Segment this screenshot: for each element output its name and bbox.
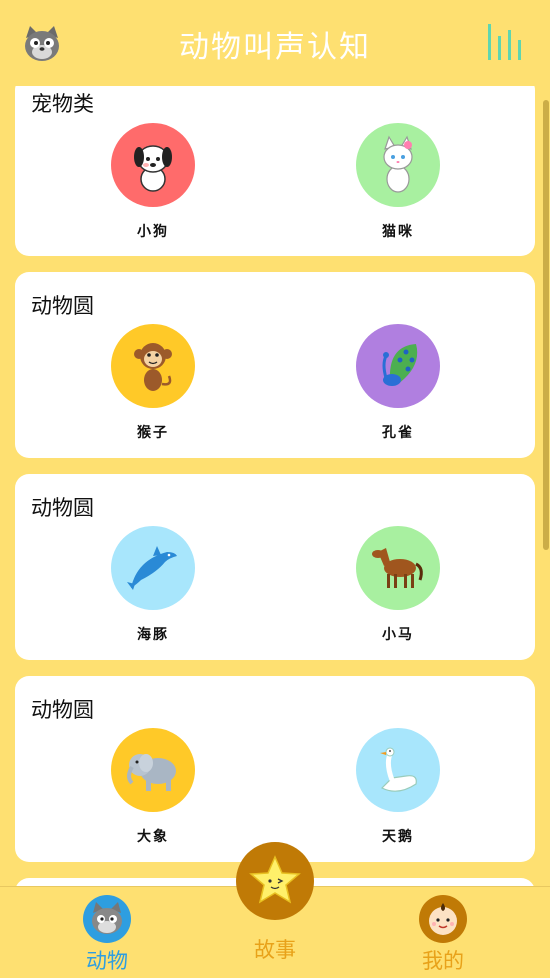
animal-item-monkey[interactable]: 猴子 bbox=[88, 324, 218, 442]
animal-name: 大象 bbox=[137, 829, 169, 845]
equalizer-bars-icon[interactable] bbox=[486, 22, 530, 62]
peacock-icon bbox=[356, 324, 440, 408]
swan-icon bbox=[356, 728, 440, 812]
tab-label: 故事 bbox=[254, 938, 296, 962]
animal-name: 小马 bbox=[382, 627, 414, 643]
section-card: 动物圆 大象 天鹅 bbox=[15, 676, 535, 862]
section-card: 宠物类 小狗 猫咪 bbox=[15, 86, 535, 256]
animal-name: 孔雀 bbox=[382, 425, 414, 441]
animal-item-puppy[interactable]: 小狗 bbox=[88, 123, 218, 241]
animal-item-elephant[interactable]: 大象 bbox=[88, 728, 218, 846]
section-title: 动物圆 bbox=[31, 496, 94, 520]
animal-name: 海豚 bbox=[137, 627, 169, 643]
animal-name: 猴子 bbox=[137, 425, 169, 441]
kitten-icon bbox=[356, 123, 440, 207]
animal-item-kitten[interactable]: 猫咪 bbox=[333, 123, 463, 241]
top-app-bar: 动物叫声认知 bbox=[0, 0, 550, 86]
tab-me[interactable]: 我的 bbox=[383, 895, 503, 975]
section-card: 动物圆 海豚 小马 bbox=[15, 474, 535, 660]
section-title: 宠物类 bbox=[31, 92, 94, 116]
star-icon bbox=[249, 855, 301, 904]
animal-name: 天鹅 bbox=[382, 829, 414, 845]
section-title: 动物圆 bbox=[31, 294, 94, 318]
elephant-icon bbox=[111, 728, 195, 812]
baby-face-icon bbox=[419, 895, 467, 943]
cat-face-icon bbox=[83, 895, 131, 943]
horse-icon bbox=[356, 526, 440, 610]
animal-item-dolphin[interactable]: 海豚 bbox=[88, 526, 218, 644]
animal-name: 猫咪 bbox=[382, 224, 414, 240]
animal-list[interactable]: 宠物类 小狗 猫咪 动物圆 猴子 孔雀 动物圆 海豚 小马 动物圆 大象 天鹅 bbox=[0, 86, 550, 886]
tab-story[interactable] bbox=[236, 842, 314, 920]
animal-item-swan[interactable]: 天鹅 bbox=[333, 728, 463, 846]
animal-item-horse[interactable]: 小马 bbox=[333, 526, 463, 644]
section-title: 动物圆 bbox=[31, 698, 94, 722]
page-title: 动物叫声认知 bbox=[179, 30, 371, 65]
tab-label: 动物 bbox=[86, 949, 128, 973]
monkey-icon bbox=[111, 324, 195, 408]
animal-name: 小狗 bbox=[137, 224, 169, 240]
puppy-icon bbox=[111, 123, 195, 207]
section-card: 动物圆 猴子 孔雀 bbox=[15, 272, 535, 458]
animal-item-peacock[interactable]: 孔雀 bbox=[333, 324, 463, 442]
tab-label: 我的 bbox=[422, 949, 464, 973]
dolphin-icon bbox=[111, 526, 195, 610]
scrollbar[interactable] bbox=[543, 100, 549, 550]
tab-animals[interactable]: 动物 bbox=[47, 895, 167, 975]
